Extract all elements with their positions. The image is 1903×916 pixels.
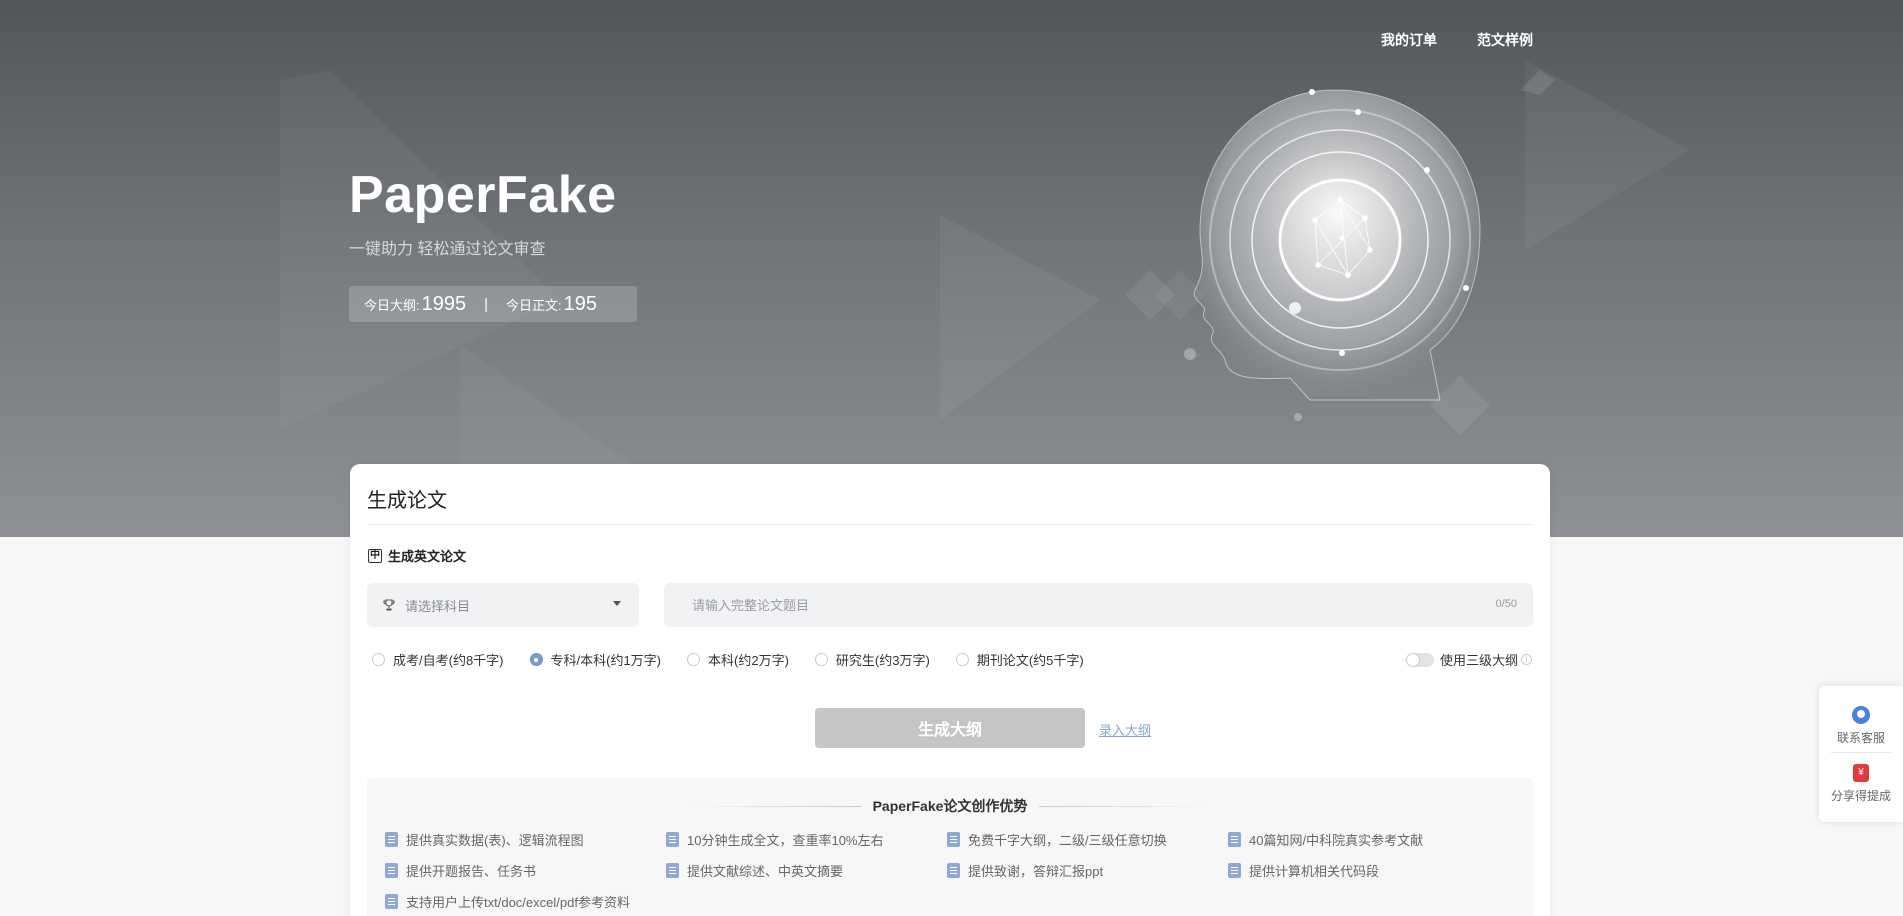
nav-my-orders[interactable]: 我的订单 (1381, 30, 1437, 50)
title-line-right (1039, 805, 1210, 807)
card-title: 生成论文 (367, 490, 447, 512)
three-level-outline-setting: 使用三级大纲 i (1405, 650, 1532, 669)
upload-text-icon (385, 893, 398, 909)
top-navigation: 我的订单 范文样例 (1381, 30, 1533, 50)
topic-input-wrapper: 0/50 (664, 583, 1533, 627)
title-line-left (690, 805, 861, 807)
report-icon (385, 862, 398, 878)
contact-service-label: 联系客服 (1836, 731, 1885, 745)
side-divider (1831, 752, 1891, 753)
body-count-value: 195 (563, 292, 598, 315)
list-item: 免费千字大纲，二级/三级任意切换 (947, 828, 1228, 850)
nav-sample-papers[interactable]: 范文样例 (1477, 30, 1533, 50)
list-item: 40篇知网/中科院真实参考文献 (1228, 828, 1509, 850)
level-label: 研究生(约3万字) (835, 653, 930, 668)
subject-select[interactable]: 请选择科目 (367, 583, 639, 627)
three-level-outline-label: 使用三级大纲 (1439, 653, 1518, 668)
stats-separator: | (484, 295, 489, 313)
generate-outline-button[interactable]: 生成大纲 (815, 708, 1085, 748)
list-item: 支持用户上传txt/doc/excel/pdf参考资料 (385, 890, 666, 912)
subject-select-placeholder: 请选择科目 (405, 598, 471, 614)
advantage-text: 提供开题报告、任务书 (406, 863, 537, 879)
radio-button[interactable] (814, 653, 828, 666)
level-option-college[interactable]: 专科/本科(约1万字) (529, 650, 662, 669)
english-paper-label: 生成英文论文 (388, 549, 467, 564)
hero-background-decoration (280, 60, 1690, 537)
topic-char-counter: 0/50 (1495, 598, 1517, 610)
trophy-icon (383, 599, 395, 611)
list-item: 提供真实数据(表)、逻辑流程图 (385, 828, 666, 850)
clock-icon (666, 831, 679, 847)
advantage-text: 支持用户上传txt/doc/excel/pdf参考资料 (406, 894, 630, 910)
advantage-text: 提供致谢，答辩汇报ppt (968, 863, 1104, 879)
info-icon[interactable]: i (1521, 654, 1532, 665)
daily-stats: 今日大纲: 1995 | 今日正文: 195 (349, 286, 637, 322)
advantage-text: 10分钟生成全文，查重率10%左右 (687, 832, 884, 848)
advantage-text: 40篇知网/中科院真实参考文献 (1249, 832, 1424, 848)
level-option-bachelor[interactable]: 本科(约2万字) (687, 650, 789, 669)
list-item: 提供致谢，答辩汇报ppt (947, 859, 1228, 881)
level-label: 本科(约2万字) (708, 653, 789, 668)
radio-button-selected[interactable] (529, 653, 543, 666)
level-option-self-exam[interactable]: 成考/自考(约8千字) (372, 650, 504, 669)
body-count-label: 今日正文: (506, 297, 562, 313)
english-paper-toggle[interactable]: 中 生成英文论文 (368, 546, 466, 565)
advantage-text: 提供文献综述、中英文摘要 (687, 863, 844, 879)
chinese-character-icon: 中 (368, 548, 382, 563)
paper-level-options: 成考/自考(约8千字) 专科/本科(约1万字) 本科(约2万字) 研究生(约3万… (372, 650, 1110, 669)
brand-title: PaperFake (349, 166, 617, 224)
level-label: 成考/自考(约8千字) (393, 653, 504, 668)
radio-button[interactable] (955, 653, 969, 666)
chevron-down-icon (613, 601, 621, 606)
advantage-text: 免费千字大纲，二级/三级任意切换 (968, 832, 1167, 848)
list-item: 提供文献综述、中英文摘要 (666, 859, 947, 881)
document-icon (385, 831, 398, 847)
brand-subtitle: 一键助力 轻松通过论文审查 (349, 241, 546, 258)
review-icon (666, 862, 679, 878)
radio-button[interactable] (687, 653, 701, 666)
outline-count-label: 今日大纲: (364, 297, 420, 313)
level-label: 专科/本科(约1万字) (550, 653, 662, 668)
share-commission-button[interactable]: ¥ 分享得提成 (1819, 764, 1903, 804)
list-item: 10分钟生成全文，查重率10%左右 (666, 828, 947, 850)
ai-head-illustration (1184, 89, 1481, 421)
contact-service-button[interactable]: 联系客服 (1819, 706, 1903, 746)
level-option-graduate[interactable]: 研究生(约3万字) (814, 650, 930, 669)
advantage-text: 提供计算机相关代码段 (1249, 863, 1380, 879)
advantages-title-text: PaperFake论文创作优势 (872, 798, 1028, 814)
enter-outline-link[interactable]: 录入大纲 (1099, 720, 1151, 739)
ppt-icon (947, 862, 960, 878)
advantages-title: PaperFake论文创作优势 (367, 796, 1533, 816)
list-item: 提供计算机相关代码段 (1228, 859, 1509, 881)
level-label: 期刊论文(约5千字) (976, 653, 1084, 668)
code-icon (1228, 862, 1241, 878)
radio-button[interactable] (372, 653, 385, 666)
advantages-panel: PaperFake论文创作优势 提供真实数据(表)、逻辑流程图 10分钟生成全文… (367, 778, 1533, 916)
outline-icon (947, 831, 960, 847)
level-option-journal[interactable]: 期刊论文(约5千字) (955, 650, 1084, 669)
hero-banner: 我的订单 范文样例 PaperFake 一键助力 轻松通过论文审查 今日大纲: … (0, 0, 1903, 537)
advantages-list: 提供真实数据(表)、逻辑流程图 10分钟生成全文，查重率10%左右 免费千字大纲… (385, 828, 1509, 912)
list-item: 提供开题报告、任务书 (385, 859, 666, 881)
customer-service-icon (1852, 706, 1870, 724)
advantage-text: 提供真实数据(表)、逻辑流程图 (406, 832, 584, 848)
generate-paper-card: 生成论文 中 生成英文论文 请选择科目 0/50 成考/自考(约8千字) 专科/… (350, 464, 1550, 916)
three-level-outline-switch[interactable] (1405, 652, 1434, 667)
outline-count-value: 1995 (421, 292, 467, 315)
topic-input[interactable] (664, 583, 1533, 627)
share-commission-label: 分享得提成 (1830, 789, 1891, 803)
floating-side-panel: 联系客服 ¥ 分享得提成 (1819, 686, 1903, 822)
red-envelope-icon: ¥ (1853, 764, 1869, 782)
reference-icon (1228, 831, 1241, 847)
card-divider (367, 524, 1533, 525)
